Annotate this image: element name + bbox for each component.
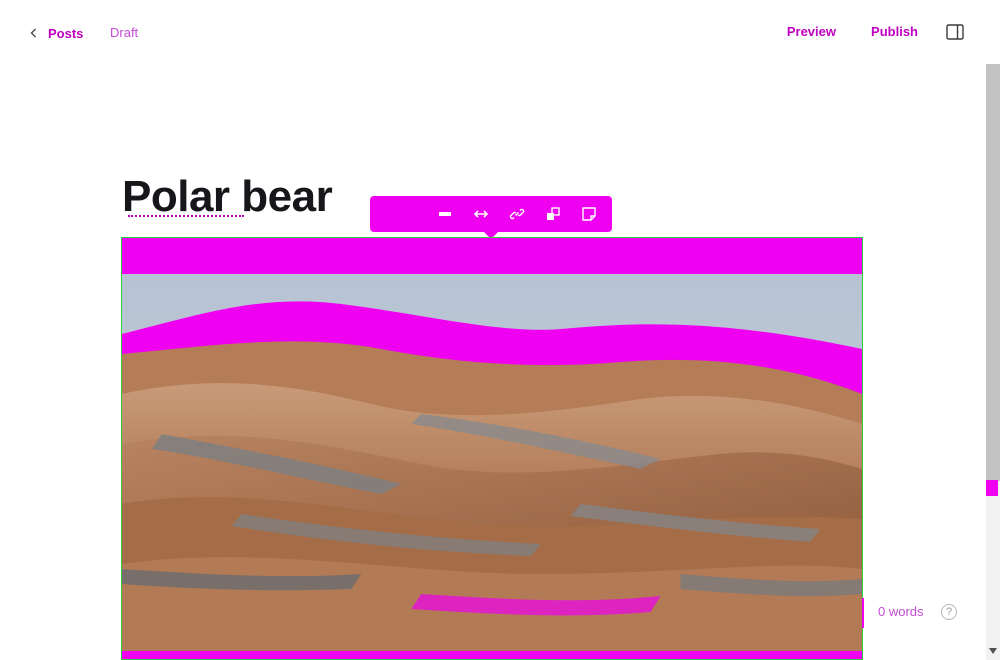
editor-header: Posts Draft Preview Publish [0,0,1000,64]
spellcheck-underline [128,212,244,217]
replace-image-icon[interactable] [544,205,562,223]
publish-button[interactable]: Publish [871,24,918,39]
help-icon[interactable]: ? [941,604,957,620]
link-icon[interactable] [508,205,526,223]
footer-divider [862,598,864,628]
minus-icon[interactable] [436,205,454,223]
scroll-down-arrow-icon[interactable] [989,648,997,654]
word-count: 0 words [878,604,924,619]
header-actions: Preview Publish [0,18,1000,46]
scrollbar-marker [986,480,998,496]
arrows-horizontal-icon[interactable] [472,205,490,223]
scrollbar-thumb[interactable] [986,64,1000,481]
snippet-icon[interactable] [580,205,598,223]
image-caption-band [122,238,862,274]
preview-button[interactable]: Preview [787,24,836,39]
sidebar-toggle-icon[interactable] [946,24,964,40]
image-card[interactable] [121,237,863,660]
desert-dunes-image [122,274,862,659]
image-toolbar [370,196,612,239]
editor-scrollbar[interactable] [986,64,1000,660]
